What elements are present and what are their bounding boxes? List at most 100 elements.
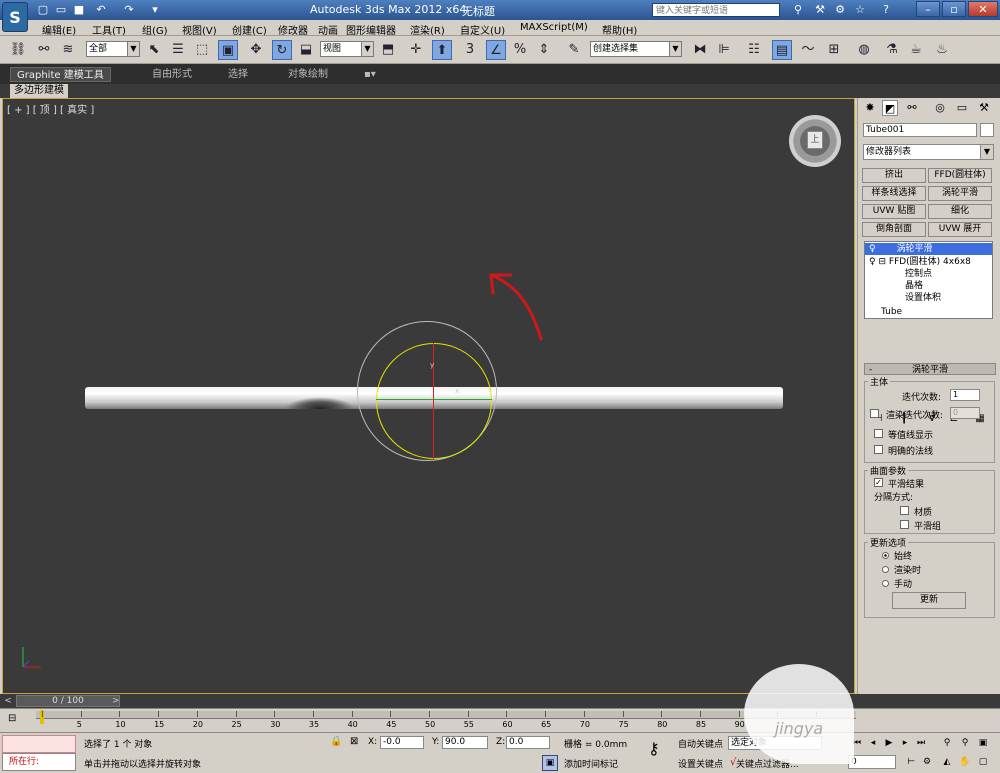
select-and-manipulate-icon[interactable]: ✛ xyxy=(406,40,426,60)
explicit-normals-checkbox[interactable] xyxy=(874,445,883,454)
motion-panel-icon[interactable]: ◎ xyxy=(932,100,948,116)
lock-selection-icon[interactable]: 🔒 xyxy=(330,736,342,747)
modify-panel-icon[interactable]: ◩ xyxy=(882,100,898,116)
pan-icon[interactable]: ✋ xyxy=(958,755,972,769)
set-key-button[interactable]: 设置关键点 xyxy=(678,757,723,770)
auto-key-button[interactable]: 自动关键点 xyxy=(678,737,723,750)
select-object-icon[interactable]: ⬉ xyxy=(144,40,164,60)
snaps-toggle-icon[interactable]: 3 xyxy=(460,40,480,60)
zoom-extents-icon[interactable]: ▣ xyxy=(976,736,990,750)
update-manually-radio[interactable] xyxy=(882,580,889,587)
utilities-panel-icon[interactable]: ⚒ xyxy=(976,100,992,116)
menu-graph-editors[interactable]: 图形编辑器 xyxy=(346,22,396,37)
bulb-icon[interactable]: ♀ xyxy=(869,244,876,254)
hierarchy-panel-icon[interactable]: ⚯ xyxy=(904,100,920,116)
mirror-icon[interactable]: ⧓ xyxy=(690,40,710,60)
render-setup-icon[interactable]: ⚗ xyxy=(882,40,902,60)
bulb-icon[interactable]: ♀ xyxy=(869,257,876,267)
redo-icon[interactable]: ↷ xyxy=(122,3,136,17)
x-coordinate-field[interactable]: -0.0 xyxy=(380,736,424,749)
align-icon[interactable]: ⊫ xyxy=(714,40,734,60)
object-color-swatch[interactable] xyxy=(980,123,994,137)
select-and-move-icon[interactable]: ✥ xyxy=(246,40,266,60)
menu-views[interactable]: 视图(V) xyxy=(182,22,217,37)
menu-create[interactable]: 创建(C) xyxy=(232,22,267,37)
keyboard-shortcut-override-icon[interactable]: ⬆ xyxy=(432,40,452,60)
time-config-icon[interactable]: ⚙ xyxy=(920,755,934,769)
modifier-button-bevel-profile[interactable]: 倒角剖面 xyxy=(862,222,926,237)
subscription-icon[interactable]: ⚒ xyxy=(812,2,828,18)
render-production-icon[interactable]: ♨ xyxy=(932,40,952,60)
render-iters-checkbox[interactable] xyxy=(870,409,879,418)
modifier-button-spline-select[interactable]: 样条线选择 xyxy=(862,186,926,201)
open-file-icon[interactable]: ▭ xyxy=(54,3,68,17)
goto-end-icon[interactable]: ⏭ xyxy=(914,736,928,750)
update-always-radio[interactable] xyxy=(882,552,889,559)
minimize-button[interactable]: – xyxy=(916,1,940,17)
viewcube[interactable]: 上 xyxy=(789,115,841,167)
angle-snap-icon[interactable]: ∠ xyxy=(486,40,506,60)
close-button[interactable]: ✕ xyxy=(968,1,998,17)
mini-curve-editor-icon[interactable]: ⊟ xyxy=(8,713,16,724)
viewport-label[interactable]: [ + ] [ 顶 ] [ 真实 ] xyxy=(7,101,94,116)
unlink-icon[interactable]: ⚯ xyxy=(34,40,54,60)
stack-subitem-set-volume[interactable]: 设置体积 xyxy=(865,292,992,304)
modifier-button-unwrap-uvw[interactable]: UVW 展开 xyxy=(928,222,992,237)
selection-filter-dropdown[interactable]: 全部 ▼ xyxy=(86,41,140,57)
update-button[interactable]: 更新 xyxy=(892,592,966,609)
binoculars-icon[interactable]: ⚲ xyxy=(790,2,806,18)
spinner-snap-icon[interactable]: ⇕ xyxy=(534,40,554,60)
select-by-name-icon[interactable]: ☰ xyxy=(168,40,188,60)
bind-spacewarp-icon[interactable]: ≋ xyxy=(58,40,78,60)
materials-checkbox[interactable] xyxy=(900,506,909,515)
modifier-button-ffd-cylinder[interactable]: FFD(圆柱体) xyxy=(928,168,992,183)
stack-item-tube[interactable]: Tube xyxy=(865,306,992,318)
expand-icon[interactable]: ⊟ xyxy=(878,257,886,267)
select-and-rotate-icon[interactable]: ↻ xyxy=(272,40,292,60)
maxscript-listener[interactable] xyxy=(2,735,76,753)
viewport-top[interactable]: [ + ] [ 顶 ] [ 真实 ] 上 y x xyxy=(2,98,855,694)
quick-access-dropdown-icon[interactable]: ▾ xyxy=(148,3,162,17)
menu-group[interactable]: 组(G) xyxy=(142,22,168,37)
isoline-checkbox[interactable] xyxy=(874,429,883,438)
key-mode-icon[interactable]: ⊢ xyxy=(904,755,918,769)
communication-icon[interactable]: ⚙ xyxy=(832,2,848,18)
create-panel-icon[interactable]: ✸ xyxy=(862,100,878,116)
menu-maxscript[interactable]: MAXScript(M) xyxy=(520,22,588,33)
new-file-icon[interactable]: ▢ xyxy=(36,3,50,17)
menu-rendering[interactable]: 渲染(R) xyxy=(410,22,445,37)
modifier-button-turbosmooth[interactable]: 涡轮平滑 xyxy=(928,186,992,201)
schematic-view-icon[interactable]: ⊞ xyxy=(824,40,844,60)
menu-edit[interactable]: 编辑(E) xyxy=(42,22,76,37)
rotate-gizmo-y-axis[interactable] xyxy=(376,399,492,400)
edit-named-selection-icon[interactable]: ✎ xyxy=(564,40,584,60)
y-coordinate-field[interactable]: 90.0 xyxy=(442,736,488,749)
search-input[interactable]: 键入关键字或短语 xyxy=(652,3,780,17)
reference-coordinate-dropdown[interactable]: 视图 ▼ xyxy=(320,41,374,57)
play-icon[interactable]: ▶ xyxy=(882,736,896,750)
render-iters-spinner[interactable]: 0 xyxy=(950,407,980,419)
modifier-list-dropdown[interactable]: 修改器列表 ▼ xyxy=(863,144,994,160)
menu-help[interactable]: 帮助(H) xyxy=(602,22,637,37)
ribbon-options-icon[interactable]: ▪▾ xyxy=(358,67,382,82)
stack-subitem-lattice[interactable]: 晶格 xyxy=(865,280,992,292)
rollout-turbosmooth-title[interactable]: - 涡轮平滑 xyxy=(864,363,996,375)
undo-icon[interactable]: ↶ xyxy=(94,3,108,17)
app-logo-icon[interactable]: S xyxy=(2,2,28,32)
select-and-link-icon[interactable]: ⛓ xyxy=(8,40,28,60)
absolute-mode-icon[interactable]: ⊠ xyxy=(350,736,358,747)
pivot-center-icon[interactable]: ⬒ xyxy=(378,40,398,60)
window-crossing-icon[interactable]: ▣ xyxy=(218,40,238,60)
display-panel-icon[interactable]: ▭ xyxy=(954,100,970,116)
field-of-view-icon[interactable]: ◭ xyxy=(940,755,954,769)
time-next-icon[interactable]: > xyxy=(112,695,122,707)
stack-item-ffd[interactable]: ♀ ⊟ FFD(圆柱体) 4x6x8 xyxy=(865,256,992,268)
modifier-button-uvw-map[interactable]: UVW 贴图 xyxy=(862,204,926,219)
stack-subitem-control-points[interactable]: 控制点 xyxy=(865,268,992,280)
stack-item-turbosmooth[interactable]: ♀ 涡轮平滑 xyxy=(865,243,992,255)
prev-frame-icon[interactable]: ◂ xyxy=(866,736,880,750)
smooth-result-checkbox[interactable]: ✓ xyxy=(874,478,883,487)
time-prev-icon[interactable]: < xyxy=(2,695,14,707)
ribbon-tab-selection[interactable]: 选择 xyxy=(222,67,254,82)
favorites-icon[interactable]: ☆ xyxy=(852,2,868,18)
